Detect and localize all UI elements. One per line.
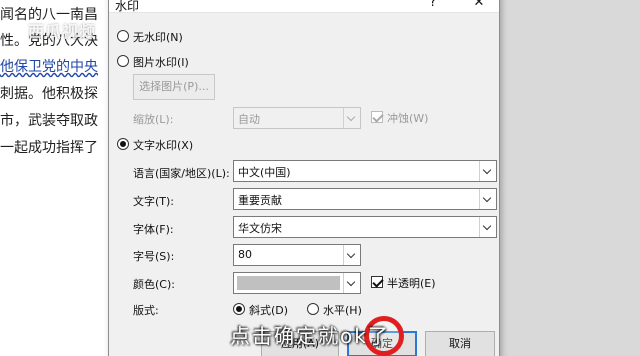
no-watermark-radio[interactable] xyxy=(117,30,129,42)
language-label: 语言(国家/地区)(L): xyxy=(133,167,230,180)
font-value: 华文仿宋 xyxy=(238,222,282,235)
horizontal-radio[interactable] xyxy=(307,303,319,315)
select-picture-button[interactable]: 选择图片(P)... xyxy=(133,74,215,100)
washout-checkbox[interactable] xyxy=(371,111,383,123)
dialog-title-bar: 水印 ? ✕ xyxy=(109,0,499,13)
color-dropdown[interactable] xyxy=(233,272,361,294)
video-brand-watermark: 西瓜视频 xyxy=(28,22,97,41)
scale-dropdown[interactable]: 自动 xyxy=(233,107,361,129)
chevron-down-icon xyxy=(479,217,496,237)
semitransparent-label[interactable]: 半透明(E) xyxy=(387,275,436,291)
scale-label: 缩放(L): xyxy=(133,113,174,126)
diagonal-radio[interactable] xyxy=(233,303,245,315)
help-icon[interactable]: ? xyxy=(423,0,443,11)
document-background-right xyxy=(500,0,640,356)
chevron-down-icon xyxy=(343,108,360,128)
font-dropdown[interactable]: 华文仿宋 xyxy=(233,216,497,238)
document-line: 刺据。他积极探 xyxy=(0,86,98,102)
horizontal-label[interactable]: 水平(H) xyxy=(323,302,362,318)
chevron-down-icon xyxy=(343,273,360,293)
text-value: 重要贡献 xyxy=(238,194,282,207)
close-icon[interactable]: ✕ xyxy=(467,0,491,11)
video-subtitle: 点击确定就ok了 xyxy=(230,324,390,348)
chevron-down-icon xyxy=(479,189,496,209)
dialog-title: 水印 xyxy=(115,0,140,13)
scale-value: 自动 xyxy=(238,113,260,126)
text-watermark-radio[interactable] xyxy=(117,138,129,150)
size-dropdown[interactable]: 80 xyxy=(233,244,361,266)
size-value: 80 xyxy=(238,248,252,261)
text-dropdown[interactable]: 重要贡献 xyxy=(233,188,497,210)
semitransparent-checkbox[interactable] xyxy=(371,276,383,288)
color-label: 颜色(C): xyxy=(133,278,175,291)
text-label: 文字(T): xyxy=(133,195,175,208)
document-line: 一起成功指挥了 xyxy=(0,140,98,156)
diagonal-label[interactable]: 斜式(D) xyxy=(249,302,288,318)
language-value: 中文(中国) xyxy=(238,166,291,179)
document-page: 闻名的八一南昌 性。党的八大決 他保卫党的中央 刺据。他积极探 市，武装夺取政 … xyxy=(0,0,108,356)
document-line: 市，武装夺取政 xyxy=(0,113,98,129)
font-label: 字体(F): xyxy=(133,223,174,236)
picture-watermark-radio[interactable] xyxy=(117,55,129,67)
no-watermark-label[interactable]: 无水印(N) xyxy=(133,29,183,45)
language-dropdown[interactable]: 中文(中国) xyxy=(233,160,497,182)
size-label: 字号(S): xyxy=(133,250,175,263)
document-line: 他保卫党的中央 xyxy=(0,59,98,75)
layout-label: 版式: xyxy=(133,304,159,317)
watermark-dialog: 水印 ? ✕ 无水印(N) 图片水印(I) 选择图片(P)... 缩放(L): … xyxy=(108,0,500,356)
chevron-down-icon xyxy=(343,245,360,265)
text-watermark-label[interactable]: 文字水印(X) xyxy=(133,137,193,153)
cancel-button[interactable]: 取消 xyxy=(425,331,495,356)
washout-label[interactable]: 冲蚀(W) xyxy=(387,110,428,126)
picture-watermark-label[interactable]: 图片水印(I) xyxy=(133,54,189,70)
chevron-down-icon xyxy=(479,161,496,181)
color-swatch xyxy=(237,276,340,290)
